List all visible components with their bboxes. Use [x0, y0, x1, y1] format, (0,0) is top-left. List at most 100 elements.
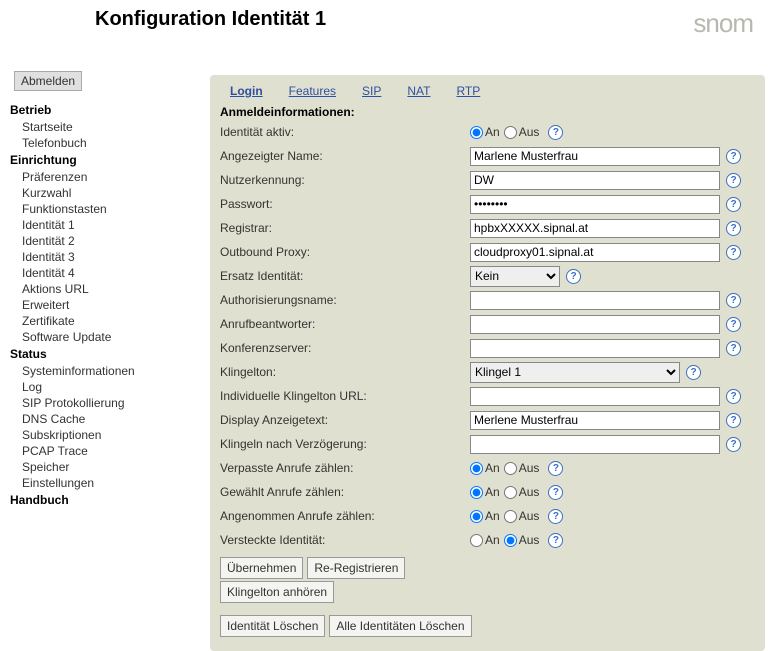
input-authname[interactable] — [470, 291, 720, 310]
input-registrar[interactable] — [470, 219, 720, 238]
remove-identity-button[interactable]: Identität Löschen — [220, 615, 325, 637]
tab-sip[interactable]: SIP — [352, 81, 391, 101]
nav-group-manual: Handbuch — [10, 491, 202, 509]
input-ringtone-url[interactable] — [470, 387, 720, 406]
label-conference: Konferenzserver: — [220, 341, 470, 355]
label-authname: Authorisierungsname: — [220, 293, 470, 307]
dialed-radios[interactable]: An Aus — [470, 485, 542, 499]
label-ringtone-url: Individuelle Klingelton URL: — [220, 389, 470, 403]
tab-bar: Login Features SIP NAT RTP — [220, 81, 755, 101]
nav-group-status: Status — [10, 345, 202, 363]
hidden-radios[interactable]: An Aus — [470, 533, 542, 547]
nav-item-identity4[interactable]: Identität 4 — [10, 265, 202, 281]
label-ringtone: Klingelton: — [220, 365, 470, 379]
apply-button[interactable]: Übernehmen — [220, 557, 303, 579]
identity-active-radios[interactable]: An Aus — [470, 125, 542, 139]
help-icon[interactable]: ? — [726, 221, 741, 236]
label-account: Nutzerkennung: — [220, 173, 470, 187]
nav-item-identity2[interactable]: Identität 2 — [10, 233, 202, 249]
help-icon[interactable]: ? — [548, 533, 563, 548]
logout-button[interactable]: Abmelden — [14, 71, 82, 91]
select-ringtone[interactable]: Klingel 1 — [470, 362, 680, 383]
nav-item-preferences[interactable]: Präferenzen — [10, 169, 202, 185]
nav-item-identity3[interactable]: Identität 3 — [10, 249, 202, 265]
missed-on[interactable] — [470, 462, 483, 475]
play-ringer-button[interactable]: Klingelton anhören — [220, 581, 334, 603]
help-icon[interactable]: ? — [548, 485, 563, 500]
nav-item-actionurl[interactable]: Aktions URL — [10, 281, 202, 297]
nav-item-certificates[interactable]: Zertifikate — [10, 313, 202, 329]
label-mailbox: Anrufbeantworter: — [220, 317, 470, 331]
brand-logo: snom — [693, 8, 753, 39]
nav-item-speeddial[interactable]: Kurzwahl — [10, 185, 202, 201]
nav-item-home[interactable]: Startseite — [10, 119, 202, 135]
section-login-info: Anmeldeinformationen: — [220, 105, 755, 119]
nav-item-subscriptions[interactable]: Subskriptionen — [10, 427, 202, 443]
nav-group-setup: Einrichtung — [10, 151, 202, 169]
nav-item-log[interactable]: Log — [10, 379, 202, 395]
label-display-text: Display Anzeigetext: — [220, 413, 470, 427]
input-outbound[interactable] — [470, 243, 720, 262]
help-icon[interactable]: ? — [726, 389, 741, 404]
label-missed: Verpasste Anrufe zählen: — [220, 461, 470, 475]
tab-login[interactable]: Login — [220, 81, 273, 101]
help-icon[interactable]: ? — [566, 269, 581, 284]
nav-item-siptrace[interactable]: SIP Protokollierung — [10, 395, 202, 411]
sidebar: Abmelden Betrieb Startseite Telefonbuch … — [0, 43, 210, 517]
input-displayname[interactable] — [470, 147, 720, 166]
help-icon[interactable]: ? — [686, 365, 701, 380]
hidden-on[interactable] — [470, 534, 483, 547]
nav-item-phonebook[interactable]: Telefonbuch — [10, 135, 202, 151]
label-registrar: Registrar: — [220, 221, 470, 235]
help-icon[interactable]: ? — [726, 293, 741, 308]
nav-item-settings[interactable]: Einstellungen — [10, 475, 202, 491]
hidden-off[interactable] — [504, 534, 517, 547]
label-dialed: Gewählt Anrufe zählen: — [220, 485, 470, 499]
tab-rtp[interactable]: RTP — [446, 81, 490, 101]
help-icon[interactable]: ? — [726, 413, 741, 428]
received-on[interactable] — [470, 510, 483, 523]
nav-item-dnscache[interactable]: DNS Cache — [10, 411, 202, 427]
nav-item-pcap[interactable]: PCAP Trace — [10, 443, 202, 459]
identity-active-off[interactable] — [504, 126, 517, 139]
reregister-button[interactable]: Re-Registrieren — [307, 557, 405, 579]
help-icon[interactable]: ? — [726, 341, 741, 356]
input-account[interactable] — [470, 171, 720, 190]
help-icon[interactable]: ? — [726, 317, 741, 332]
help-icon[interactable]: ? — [726, 197, 741, 212]
nav-item-advanced[interactable]: Erweitert — [10, 297, 202, 313]
help-icon[interactable]: ? — [548, 125, 563, 140]
help-icon[interactable]: ? — [548, 461, 563, 476]
input-mailbox[interactable] — [470, 315, 720, 334]
remove-all-button[interactable]: Alle Identitäten Löschen — [329, 615, 471, 637]
missed-off[interactable] — [504, 462, 517, 475]
received-radios[interactable]: An Aus — [470, 509, 542, 523]
help-icon[interactable]: ? — [726, 149, 741, 164]
help-icon[interactable]: ? — [548, 509, 563, 524]
select-failover[interactable]: Kein — [470, 266, 560, 287]
identity-active-on[interactable] — [470, 126, 483, 139]
dialed-off[interactable] — [504, 486, 517, 499]
missed-radios[interactable]: An Aus — [470, 461, 542, 475]
nav-item-functionkeys[interactable]: Funktionstasten — [10, 201, 202, 217]
nav-item-swupdate[interactable]: Software Update — [10, 329, 202, 345]
input-password[interactable] — [470, 195, 720, 214]
label-hidden: Versteckte Identität: — [220, 533, 470, 547]
nav-item-memory[interactable]: Speicher — [10, 459, 202, 475]
nav-item-sysinfo[interactable]: Systeminformationen — [10, 363, 202, 379]
content-panel: Login Features SIP NAT RTP Anmeldeinform… — [210, 75, 765, 651]
label-failover: Ersatz Identität: — [220, 269, 470, 283]
label-password: Passwort: — [220, 197, 470, 211]
dialed-on[interactable] — [470, 486, 483, 499]
input-display-text[interactable] — [470, 411, 720, 430]
received-off[interactable] — [504, 510, 517, 523]
input-ring-delay[interactable] — [470, 435, 720, 454]
input-conference[interactable] — [470, 339, 720, 358]
nav-item-identity1[interactable]: Identität 1 — [10, 217, 202, 233]
tab-features[interactable]: Features — [279, 81, 346, 101]
help-icon[interactable]: ? — [726, 245, 741, 260]
tab-nat[interactable]: NAT — [397, 81, 440, 101]
help-icon[interactable]: ? — [726, 437, 741, 452]
label-ring-delay: Klingeln nach Verzögerung: — [220, 437, 470, 451]
help-icon[interactable]: ? — [726, 173, 741, 188]
